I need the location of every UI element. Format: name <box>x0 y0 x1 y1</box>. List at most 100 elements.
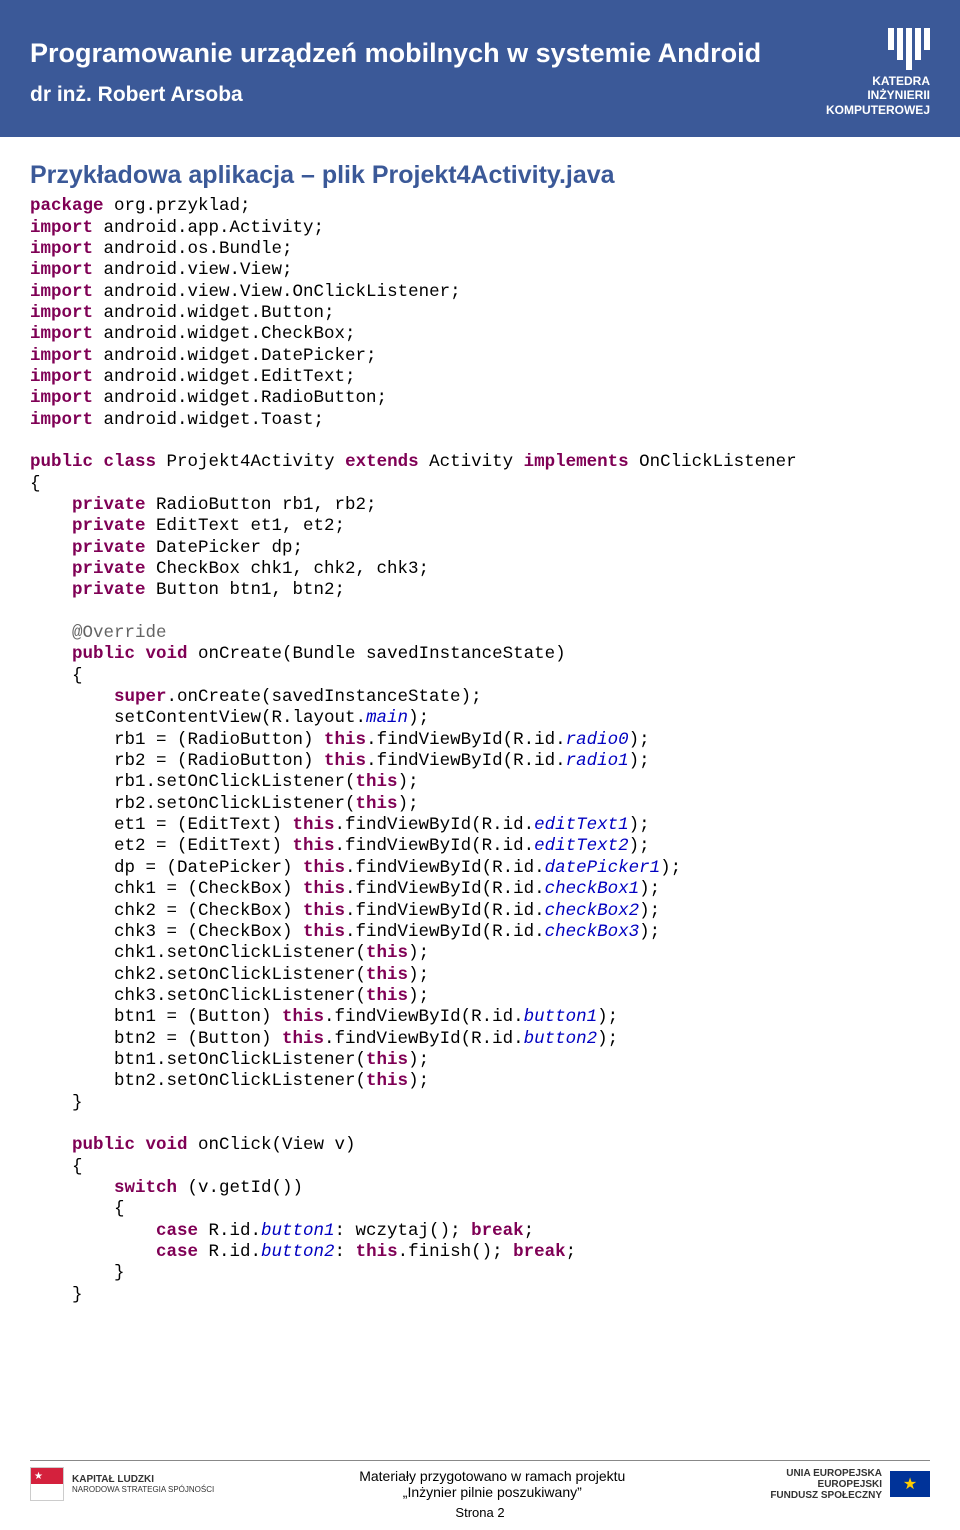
btnl1: btn1.setOnClickListener( <box>114 1050 366 1070</box>
super-call: .onCreate(savedInstanceState); <box>167 687 482 707</box>
kapital-text-1: KAPITAŁ LUDZKI <box>72 1474 214 1485</box>
import-3: android.view.View; <box>93 260 293 280</box>
chk1a: chk1 = (CheckBox) <box>114 879 303 899</box>
footer-divider <box>30 1460 930 1461</box>
kw-this: this <box>303 901 345 921</box>
kw-break: break <box>513 1242 566 1262</box>
field-2: EditText et1, et2; <box>146 516 346 536</box>
kw-this: this <box>293 836 335 856</box>
kw-super: super <box>114 687 167 707</box>
footer-content: ★ KAPITAŁ LUDZKI NARODOWA STRATEGIA SPÓJ… <box>30 1467 930 1501</box>
brace: } <box>72 1285 83 1305</box>
kw-this: this <box>356 772 398 792</box>
kw-private: private <box>72 495 146 515</box>
chk1c: checkBox1 <box>545 879 640 899</box>
content-area: Przykładowa aplikacja – plik Projekt4Act… <box>0 137 960 1306</box>
kw-import: import <box>30 324 93 344</box>
et1b: .findViewById(R.id. <box>335 815 535 835</box>
cp: ); <box>629 815 650 835</box>
rb2c: radio1 <box>566 751 629 771</box>
import-2: android.os.Bundle; <box>93 239 293 259</box>
rb1a: rb1 = (RadioButton) <box>114 730 324 750</box>
header-band: Programowanie urządzeń mobilnych w syste… <box>0 0 960 137</box>
case1a: R.id. <box>198 1221 261 1241</box>
cp: ); <box>398 772 419 792</box>
scv3: ); <box>408 708 429 728</box>
kw-pubvoid: public void <box>72 1135 188 1155</box>
kapital-logo-icon: ★ <box>30 1467 64 1501</box>
import-4: android.view.View.OnClickListener; <box>93 282 461 302</box>
import-8: android.widget.EditText; <box>93 367 356 387</box>
kw-case: case <box>156 1242 198 1262</box>
dpa: dp = (DatePicker) <box>114 858 303 878</box>
kw-import: import <box>30 388 93 408</box>
header-title: Programowanie urządzeń mobilnych w syste… <box>30 38 826 69</box>
footer-center-1: Materiały przygotowano w ramach projektu <box>214 1468 770 1484</box>
switch-expr: (v.getId()) <box>177 1178 303 1198</box>
btnl2: btn2.setOnClickListener( <box>114 1071 366 1091</box>
pkg-name: org.przyklad; <box>104 196 251 216</box>
cp: ); <box>629 751 650 771</box>
brace: { <box>72 666 83 686</box>
cp: ); <box>408 965 429 985</box>
header-author: dr inż. Robert Arsoba <box>30 83 826 107</box>
brace: } <box>72 1093 83 1113</box>
logo-text-2: INŻYNIERII <box>826 88 930 102</box>
kw-this: this <box>282 1007 324 1027</box>
kw-import: import <box>30 410 93 430</box>
rb1c: radio0 <box>566 730 629 750</box>
kw-this: this <box>282 1029 324 1049</box>
import-1: android.app.Activity; <box>93 218 324 238</box>
et2b: .findViewById(R.id. <box>335 836 535 856</box>
section-title: Przykładowa aplikacja – plik Projekt4Act… <box>30 161 930 190</box>
brace: { <box>72 1157 83 1177</box>
import-7: android.widget.DatePicker; <box>93 346 377 366</box>
cp: ); <box>597 1007 618 1027</box>
eu-text-2: EUROPEJSKI <box>770 1479 882 1490</box>
kw-this: this <box>366 1050 408 1070</box>
cp: ); <box>408 943 429 963</box>
kw-this: this <box>366 986 408 1006</box>
kw-import: import <box>30 367 93 387</box>
et1a: et1 = (EditText) <box>114 815 293 835</box>
rb2b: .findViewById(R.id. <box>366 751 566 771</box>
chk3a: chk3 = (CheckBox) <box>114 922 303 942</box>
chk3b: .findViewById(R.id. <box>345 922 545 942</box>
cp: ); <box>408 986 429 1006</box>
cp: ); <box>408 1050 429 1070</box>
kw-this: this <box>293 815 335 835</box>
iface-name: OnClickListener <box>629 452 797 472</box>
footer-center-2: „Inżynier pilnie poszukiwany” <box>214 1484 770 1500</box>
footer-logo-left: ★ KAPITAŁ LUDZKI NARODOWA STRATEGIA SPÓJ… <box>30 1467 214 1501</box>
brace: { <box>30 474 41 494</box>
btn1b: .findViewById(R.id. <box>324 1007 524 1027</box>
brace: } <box>114 1263 125 1283</box>
footer-center: Materiały przygotowano w ramach projektu… <box>214 1468 770 1500</box>
chkl1: chk1.setOnClickListener( <box>114 943 366 963</box>
kw-this: this <box>356 794 398 814</box>
dpc: datePicker1 <box>545 858 661 878</box>
cp: ); <box>408 1071 429 1091</box>
et2c: editText2 <box>534 836 629 856</box>
field-1: RadioButton rb1, rb2; <box>146 495 377 515</box>
et2a: et2 = (EditText) <box>114 836 293 856</box>
cp: ); <box>629 836 650 856</box>
case2a: R.id. <box>198 1242 261 1262</box>
chkl2: chk2.setOnClickListener( <box>114 965 366 985</box>
cp: ); <box>639 922 660 942</box>
kw-switch: switch <box>114 1178 177 1198</box>
eu-text-1: UNIA EUROPEJSKA <box>770 1468 882 1479</box>
btn2c: button2 <box>524 1029 598 1049</box>
semi: ; <box>524 1221 535 1241</box>
chk2c: checkBox2 <box>545 901 640 921</box>
cp: ); <box>597 1029 618 1049</box>
kw-this: this <box>366 1071 408 1091</box>
kw-import: import <box>30 218 93 238</box>
kw-class: public class <box>30 452 156 472</box>
cp: ); <box>639 879 660 899</box>
super-name: Activity <box>419 452 524 472</box>
kw-this: this <box>324 730 366 750</box>
code-block: package org.przyklad; import android.app… <box>30 196 930 1306</box>
kw-implements: implements <box>524 452 629 472</box>
kw-import: import <box>30 239 93 259</box>
